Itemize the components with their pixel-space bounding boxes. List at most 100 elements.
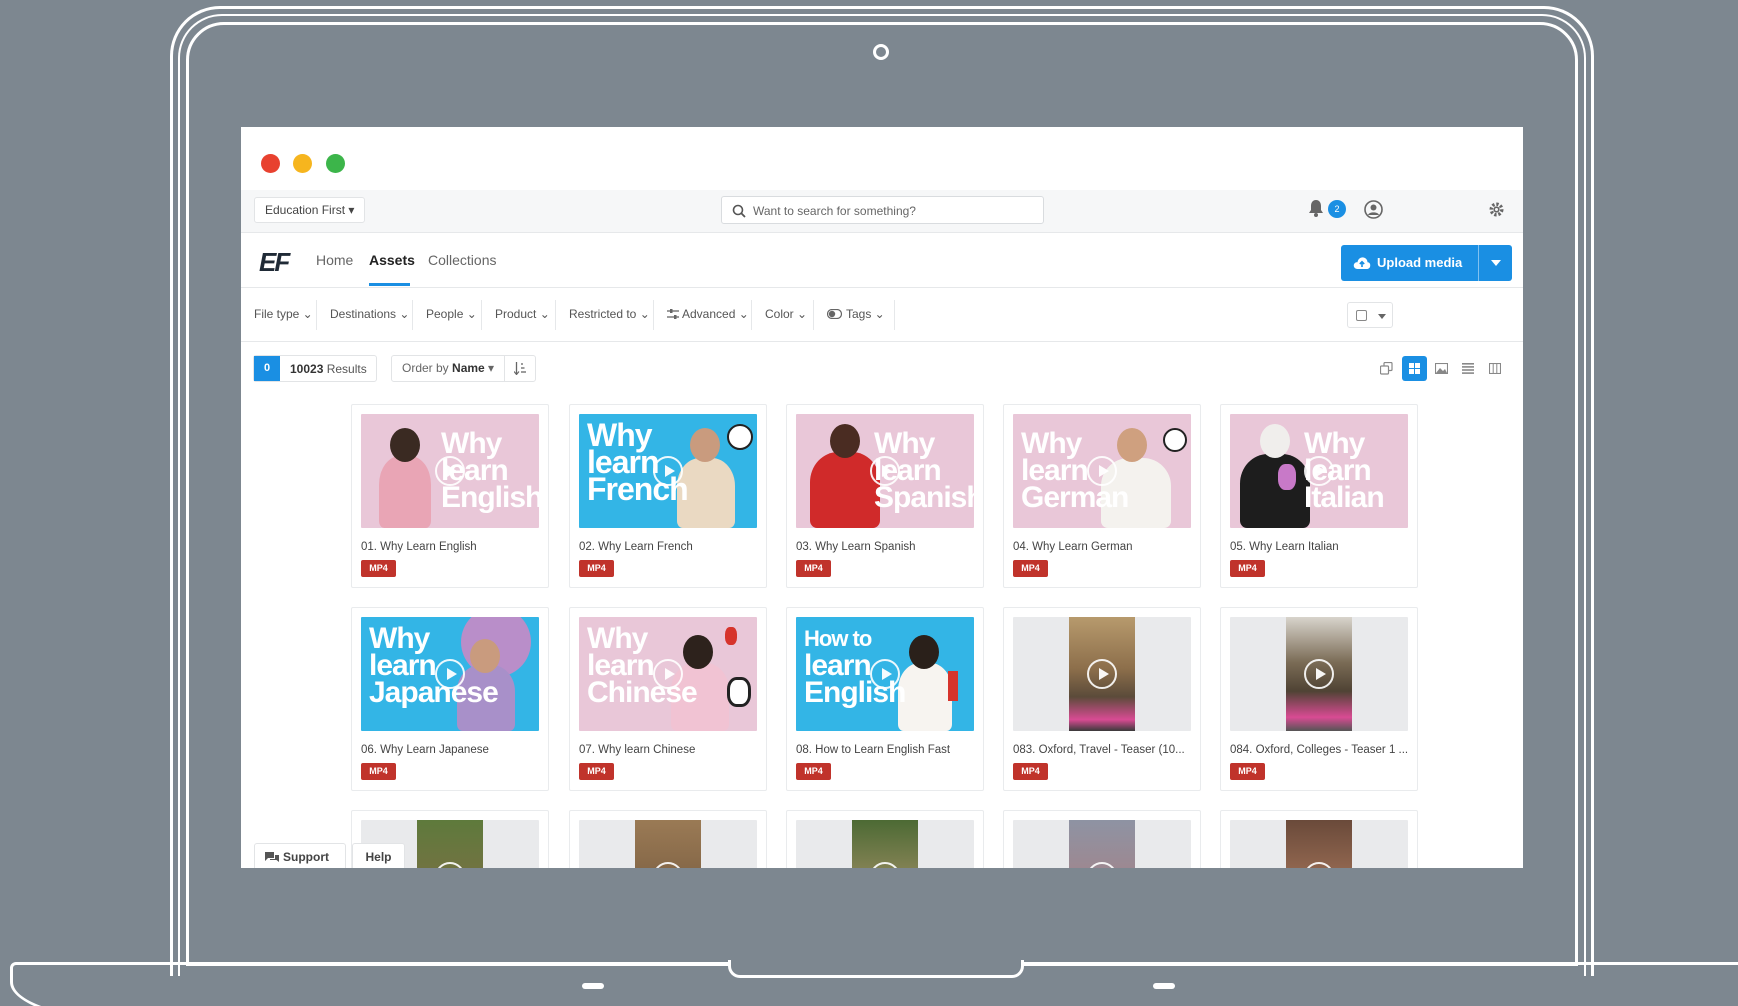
nav-home[interactable]: Home	[316, 252, 353, 268]
filter-divider	[481, 300, 482, 330]
asset-thumbnail[interactable]: Why learn Chinese	[579, 617, 757, 731]
play-icon[interactable]	[653, 456, 683, 486]
filter-color[interactable]: Color ⌄	[765, 307, 807, 321]
search-input[interactable]: Want to search for something?	[721, 196, 1044, 224]
asset-thumbnail[interactable]: Why learn Spanish	[796, 414, 974, 528]
support-button[interactable]: Support	[254, 843, 346, 868]
asset-thumbnail[interactable]	[1230, 820, 1408, 868]
play-icon[interactable]	[435, 456, 465, 486]
asset-card[interactable]: 084. Oxford, Colleges - Teaser 1 ... MP4	[1220, 607, 1418, 791]
play-icon[interactable]	[435, 659, 465, 689]
asset-card[interactable]: Why learn Spanish 03. Why Learn Spanish MP…	[786, 404, 984, 588]
asset-thumbnail[interactable]: Why learn Italian	[1230, 414, 1408, 528]
lantern-decoration	[725, 627, 737, 645]
file-type-badge: MP4	[579, 763, 614, 780]
play-icon[interactable]	[870, 456, 900, 486]
asset-thumbnail[interactable]	[1230, 617, 1408, 731]
asset-thumbnail[interactable]: Why learn English	[361, 414, 539, 528]
selected-count[interactable]: 0	[254, 356, 280, 381]
order-by-dropdown[interactable]: Order by Name ▾	[392, 356, 506, 381]
sort-direction-button[interactable]	[505, 356, 535, 381]
play-icon[interactable]	[1087, 659, 1117, 689]
cloud-upload-icon	[1353, 257, 1371, 269]
sliders-icon	[667, 309, 679, 319]
play-icon[interactable]	[1087, 456, 1117, 486]
filter-people[interactable]: People ⌄	[426, 307, 477, 321]
upload-options-dropdown[interactable]	[1478, 245, 1512, 281]
gear-icon[interactable]	[1488, 201, 1505, 218]
zoom-window-button[interactable]	[326, 154, 345, 173]
order-by-prefix: Order by	[402, 361, 449, 375]
play-icon[interactable]	[1304, 456, 1334, 486]
asset-card[interactable]: Why learn French 02. Why Learn French MP4	[569, 404, 767, 588]
asset-card[interactable]: How to learn English 08. How to Learn Engl…	[786, 607, 984, 791]
filter-destinations[interactable]: Destinations ⌄	[330, 307, 409, 321]
asset-thumbnail[interactable]: Why learn Japanese	[361, 617, 539, 731]
copy-view-button[interactable]	[1374, 356, 1399, 381]
asset-title[interactable]: 084. Oxford, Colleges - Teaser 1 ...	[1230, 744, 1410, 756]
asset-card[interactable]: Why learn Japanese 06. Why Learn Japanese …	[351, 607, 549, 791]
asset-thumbnail[interactable]	[1013, 820, 1191, 868]
asset-thumbnail[interactable]: How to learn English	[796, 617, 974, 731]
asset-card[interactable]	[569, 810, 767, 868]
list-view-button[interactable]	[1456, 356, 1481, 381]
filter-divider	[894, 300, 895, 330]
upload-media-button[interactable]: Upload media	[1341, 245, 1512, 281]
asset-card[interactable]: Why learn English 01. Why Learn English MP…	[351, 404, 549, 588]
asset-card[interactable]: 083. Oxford, Travel - Teaser (10... MP4	[1003, 607, 1201, 791]
asset-title[interactable]: 02. Why Learn French	[579, 541, 759, 553]
toggle-icon[interactable]	[827, 309, 842, 319]
asset-thumbnail[interactable]	[579, 820, 757, 868]
person-figure	[909, 635, 939, 669]
asset-title[interactable]: 01. Why Learn English	[361, 541, 541, 553]
asset-title[interactable]: 04. Why Learn German	[1013, 541, 1193, 553]
asset-card[interactable]: Why learn German 04. Why Learn German MP4	[1003, 404, 1201, 588]
list-icon	[1462, 363, 1474, 374]
image-view-button[interactable]	[1429, 356, 1454, 381]
nav-collections[interactable]: Collections	[428, 252, 496, 268]
grid-view-button[interactable]	[1402, 356, 1427, 381]
asset-card[interactable]: Why learn Chinese 07. Why learn Chinese MP…	[569, 607, 767, 791]
table-view-button[interactable]	[1483, 356, 1508, 381]
user-icon[interactable]	[1364, 200, 1383, 219]
asset-title[interactable]: 07. Why learn Chinese	[579, 744, 759, 756]
nav-assets[interactable]: Assets	[369, 252, 415, 268]
filter-advanced[interactable]: Advanced ⌄	[682, 307, 749, 321]
play-icon[interactable]	[653, 659, 683, 689]
filter-file-type[interactable]: File type ⌄	[254, 307, 313, 321]
asset-thumbnail[interactable]	[1013, 617, 1191, 731]
asset-thumbnail[interactable]: Why learn German	[1013, 414, 1191, 528]
play-icon[interactable]	[1304, 659, 1334, 689]
asset-title[interactable]: 03. Why Learn Spanish	[796, 541, 976, 553]
asset-card[interactable]: Why learn Italian 05. Why Learn Italian MP…	[1220, 404, 1418, 588]
asset-thumbnail[interactable]	[796, 820, 974, 868]
select-all-checkbox[interactable]	[1356, 310, 1367, 321]
asset-title[interactable]: 05. Why Learn Italian	[1230, 541, 1410, 553]
help-button[interactable]: Help	[352, 843, 405, 868]
person-figure	[690, 428, 720, 462]
select-all-dropdown[interactable]	[1347, 302, 1393, 328]
ef-logo[interactable]: EF	[259, 247, 290, 278]
asset-card[interactable]	[1220, 810, 1418, 868]
asset-card[interactable]	[1003, 810, 1201, 868]
close-window-button[interactable]	[261, 154, 280, 173]
support-label: Support	[283, 850, 329, 864]
org-selector[interactable]: Education First ▾	[254, 197, 366, 223]
order-by-field: Name	[452, 361, 485, 375]
play-icon[interactable]	[870, 659, 900, 689]
person-figure	[898, 663, 952, 731]
minimize-window-button[interactable]	[293, 154, 312, 173]
order-by-control[interactable]: Order by Name ▾	[391, 355, 537, 382]
upload-media-main[interactable]: Upload media	[1341, 245, 1478, 281]
table-icon	[1488, 362, 1502, 375]
asset-card[interactable]	[786, 810, 984, 868]
asset-title[interactable]: 06. Why Learn Japanese	[361, 744, 541, 756]
filter-product[interactable]: Product ⌄	[495, 307, 550, 321]
bell-icon[interactable]	[1308, 199, 1324, 217]
asset-thumbnail[interactable]: Why learn French	[579, 414, 757, 528]
asset-title[interactable]: 083. Oxford, Travel - Teaser (10...	[1013, 744, 1193, 756]
filter-tags[interactable]: Tags ⌄	[846, 307, 885, 321]
phone-booth-decoration	[948, 671, 958, 701]
asset-title[interactable]: 08. How to Learn English Fast	[796, 744, 976, 756]
filter-restricted-to[interactable]: Restricted to ⌄	[569, 307, 650, 321]
